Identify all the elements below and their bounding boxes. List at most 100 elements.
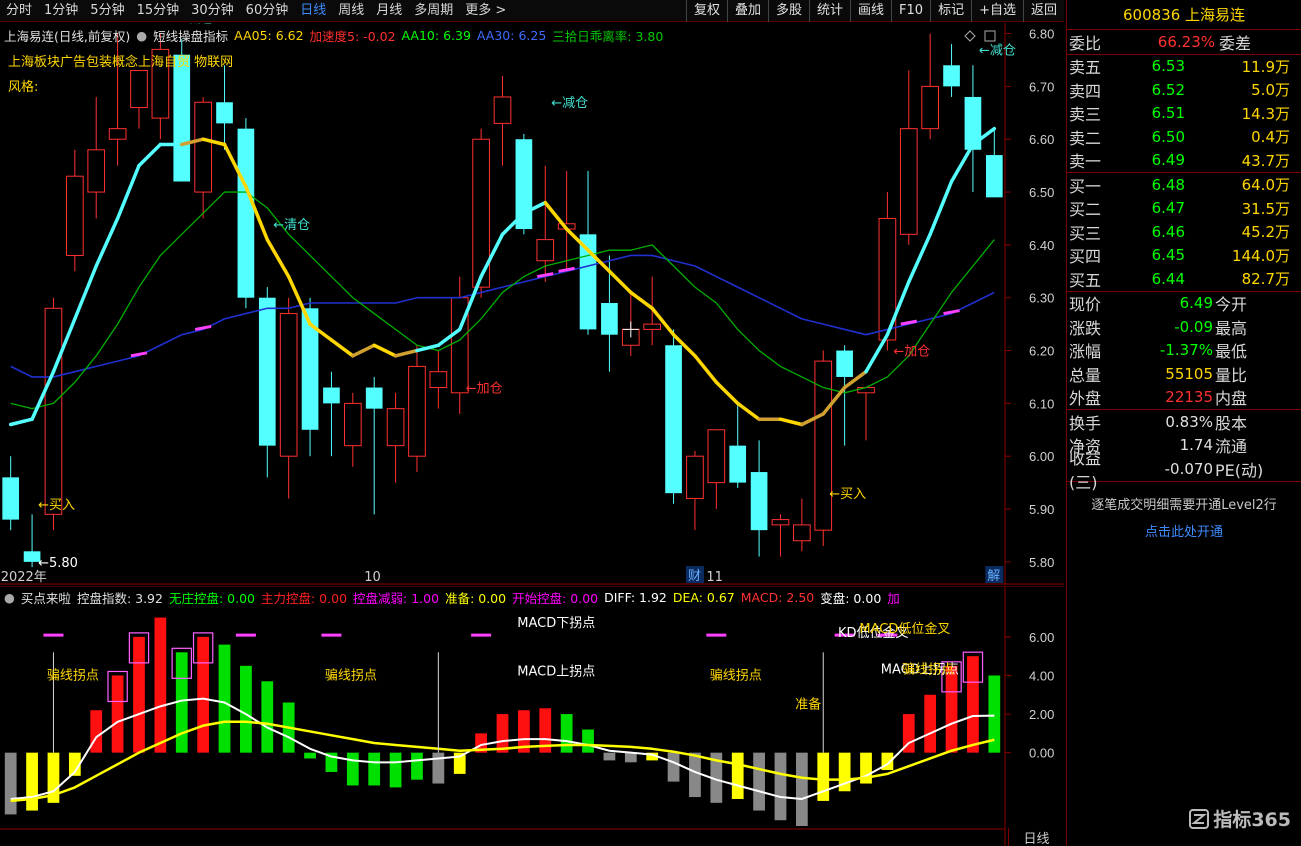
bid-row-0: 买一 6.48 64.0万 <box>1067 173 1301 197</box>
macd-bar <box>967 656 979 753</box>
bid-price-4: 6.44 <box>1151 269 1185 288</box>
period-tab-5[interactable]: 60分钟 <box>240 0 295 22</box>
stats-group-1: 现价 6.49 今开 涨跌 -0.09 最高 涨幅 -1.37% 最低 总量 55105 量比 外盘 22… <box>1067 292 1301 410</box>
macd-bar <box>133 636 145 753</box>
stat-row-0: 现价 6.49 今开 <box>1067 292 1301 316</box>
stock-title: 上海易连(日线,前复权) <box>4 28 131 44</box>
sub-indicator-toggle-icon[interactable]: ● <box>4 590 15 605</box>
open-level2-link[interactable]: 点击此处开通 <box>1067 521 1301 540</box>
ask-vol-3: 0.4万 <box>1251 128 1290 147</box>
bid-label-2: 买三 <box>1069 223 1102 243</box>
sub-y-tick-1: 4.00 <box>1029 668 1054 683</box>
y-tick-7: 6.10 <box>1029 396 1054 411</box>
main-indicator-name[interactable]: 短线操盘指标 <box>153 26 228 45</box>
sub-annotation-2: MACD下拐点 <box>517 616 595 631</box>
main-kline-chart[interactable]: 6.80 6.70 6.60 6.50 6.40 6.30 6.20 6.10 6.00 5.90… <box>0 23 1064 585</box>
sub-ind-item-7: DEA: 0.67 <box>672 589 735 605</box>
toolbar-button-1[interactable]: 叠加 <box>726 0 768 22</box>
y-tick-5: 6.30 <box>1029 291 1054 306</box>
macd-bar <box>689 752 701 798</box>
sub-ind-item-2: 主力控盘: 0.00 <box>261 590 348 606</box>
period-tab-bottom[interactable]: 日线 <box>1008 828 1064 846</box>
toolbar-button-0[interactable]: 复权 <box>685 0 727 22</box>
watermark: 指标365 <box>1189 805 1291 832</box>
bid-vol-4: 82.7万 <box>1241 270 1290 289</box>
indicator-toggle-icon[interactable]: ● <box>136 28 147 43</box>
stat2-row-0: 换手 0.83% 股本 <box>1067 410 1301 434</box>
sub-indicator-chart[interactable]: 6.00 4.00 2.00 0.00 骗线拐点 骗线拐点 MACD下拐点 MACD上拐点 骗线… <box>0 586 1064 846</box>
ask-price-4: 6.49 <box>1151 151 1185 170</box>
bid-vol-3: 144.0万 <box>1232 246 1290 265</box>
sub-ind-item-6: DIFF: 1.92 <box>604 589 667 605</box>
period-tab-9[interactable]: 多周期 <box>408 0 459 22</box>
stat-value-4: 22135 <box>1165 388 1213 407</box>
stat-value-2: -1.37% <box>1159 341 1213 360</box>
sector-line: 上海板块广告包装概念上海自贸 物联网 <box>8 55 234 70</box>
sub-indicator-row: ● 买点来啦 控盘指数: 3.92 无庄控盘: 0.00 主力控盘: 0.00 控盘减弱:… <box>4 588 900 606</box>
sub-ind-item-8: MACD: 2.50 <box>740 589 815 605</box>
toolbar-button-8[interactable]: 返回 <box>1022 0 1064 22</box>
ask-price-3: 6.50 <box>1151 127 1185 146</box>
stat2-value-1: 1.74 <box>1179 436 1213 455</box>
bid-price-3: 6.45 <box>1151 246 1185 265</box>
period-tab-0[interactable]: 分时 <box>0 0 38 22</box>
macd-bar <box>582 729 594 753</box>
bid-price-0: 6.48 <box>1151 175 1185 194</box>
period-tab-2[interactable]: 5分钟 <box>84 0 130 22</box>
ask-vol-2: 14.3万 <box>1241 104 1290 123</box>
annotation-0: ←5.80 <box>38 556 78 571</box>
macd-bar <box>240 665 252 753</box>
annotation-6: ←买入 <box>829 487 866 502</box>
x-label-1: 10 <box>364 570 381 585</box>
sub-annotation-1: 骗线拐点 <box>325 668 377 683</box>
stat-row-3: 总量 55105 量比 <box>1067 362 1301 386</box>
toolbar-button-5[interactable]: F10 <box>891 0 930 22</box>
event-marker-1[interactable]: 解 <box>987 569 1000 584</box>
period-tab-7[interactable]: 周线 <box>332 0 370 22</box>
weibi-label: 委比 <box>1069 33 1102 53</box>
stat-label-3: 总量 <box>1069 365 1102 385</box>
period-tab-4[interactable]: 30分钟 <box>185 0 240 22</box>
bid-label-3: 买四 <box>1069 247 1102 267</box>
sub-annotation-4: 骗线拐点 <box>710 668 762 683</box>
macd-bar <box>924 694 937 753</box>
stat-value-1: -0.09 <box>1174 317 1213 336</box>
ask-label-1: 卖四 <box>1069 81 1102 101</box>
macd-bar <box>560 714 573 753</box>
period-tab-3[interactable]: 15分钟 <box>131 0 186 22</box>
sub-annotation-0: 骗线拐点 <box>47 668 99 683</box>
period-tab-8[interactable]: 月线 <box>370 0 408 22</box>
ask-label-3: 卖二 <box>1069 128 1102 148</box>
bid-label-1: 买二 <box>1069 200 1102 220</box>
toolbar-button-7[interactable]: +自选 <box>971 0 1023 22</box>
sub-annotation-3: MACD上拐点 <box>517 664 595 679</box>
bid-row-1: 买二 6.47 31.5万 <box>1067 197 1301 221</box>
toolbar-button-3[interactable]: 统计 <box>809 0 850 22</box>
stats-group-2: 换手 0.83% 股本 净资 1.74 流通 收益(三) -0.070 PE(动) <box>1067 410 1301 492</box>
toolbar-button-4[interactable]: 画线 <box>850 0 891 22</box>
macd-bar <box>624 752 637 763</box>
bid-row-3: 买四 6.45 144.0万 <box>1067 244 1301 268</box>
toolbar-button-2[interactable]: 多股 <box>767 0 809 22</box>
macd-bar <box>368 752 381 786</box>
sub-indicator-name[interactable]: 买点来啦 <box>21 588 71 607</box>
ask-list: 卖五 6.53 11.9万 卖四 6.52 5.0万 卖三 6.51 14.3万 卖二 6.50 0.… <box>1067 55 1301 173</box>
ask-price-1: 6.52 <box>1151 80 1185 99</box>
y-tick-0: 6.80 <box>1029 27 1054 42</box>
ask-row-4: 卖一 6.49 43.7万 <box>1067 149 1301 173</box>
toolbar-button-6[interactable]: 标记 <box>930 0 971 22</box>
level2-note: 逐笔成交明细需要开通Level2行 <box>1091 497 1277 513</box>
stock-code-name[interactable]: 600836 上海易连 <box>1067 0 1301 30</box>
event-marker-0[interactable]: 财 <box>688 569 701 584</box>
stat-label-0: 现价 <box>1069 295 1102 315</box>
stat-row-4: 外盘 22135 内盘 <box>1067 386 1301 410</box>
stat-label-1: 涨跌 <box>1069 318 1102 338</box>
stat-value-0: 6.49 <box>1179 294 1213 313</box>
period-tab-6[interactable]: 日线 <box>294 0 332 22</box>
stat2-label-0: 换手 <box>1069 413 1102 433</box>
period-tab-10[interactable]: 更多 > <box>459 0 512 22</box>
y-tick-8: 6.00 <box>1029 449 1054 464</box>
stat2-value-0: 0.83% <box>1165 412 1213 431</box>
period-tab-1[interactable]: 1分钟 <box>38 0 84 22</box>
bid-vol-1: 31.5万 <box>1241 199 1290 218</box>
